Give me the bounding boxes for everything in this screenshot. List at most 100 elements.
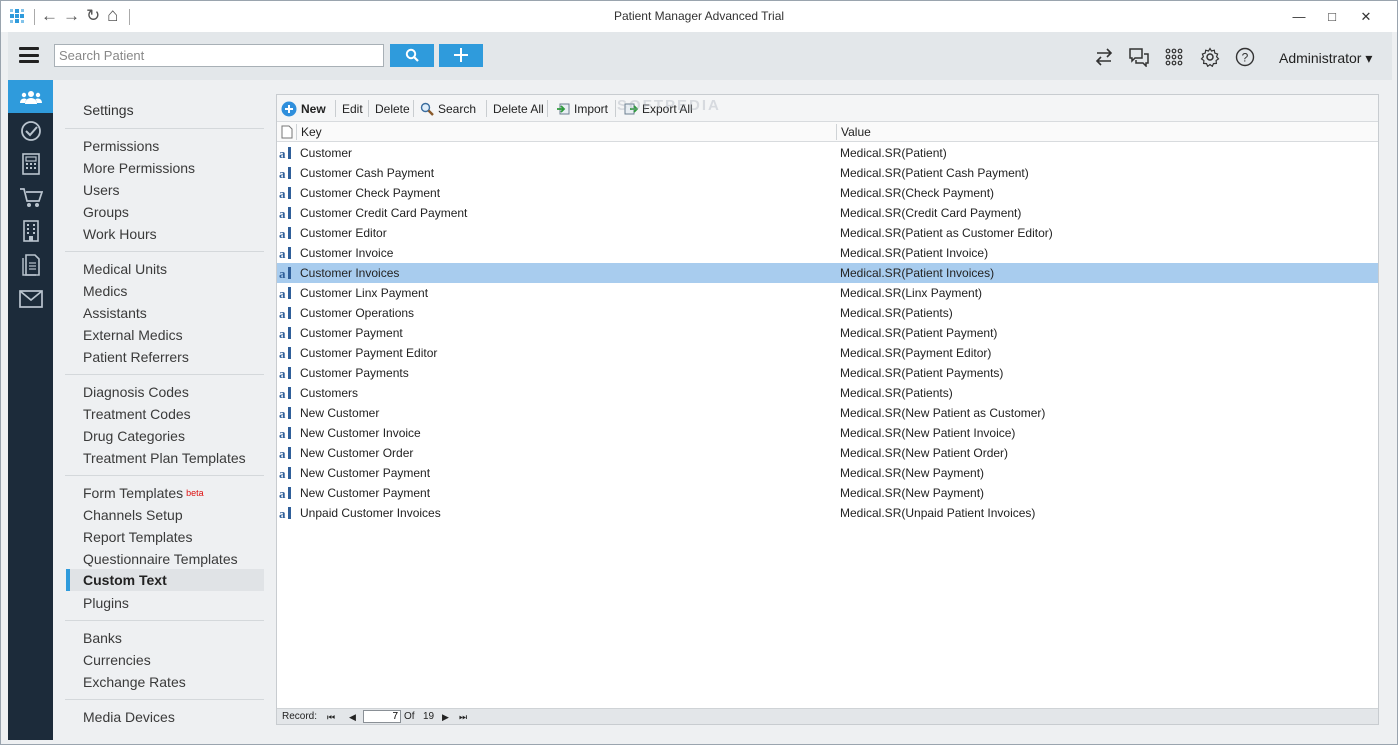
svg-text:a: a — [279, 186, 286, 200]
row-value: Medical.SR(Linx Payment) — [840, 286, 983, 300]
sidebar-item-external-medics[interactable]: External Medics — [83, 326, 183, 344]
sidebar-item-form-templates[interactable]: Form Templates beta — [83, 484, 204, 502]
table-row[interactable]: a Customer Medical.SR(Patient) — [277, 143, 1378, 163]
sidebar-item-custom-text[interactable]: Custom Text — [66, 569, 264, 591]
row-value: Medical.SR(Patient Cash Payment) — [840, 166, 1029, 180]
column-header-value[interactable]: Value — [841, 125, 871, 139]
sidebar-item-channels-setup[interactable]: Channels Setup — [83, 506, 183, 524]
column-divider[interactable] — [836, 124, 837, 140]
sidebar-item-more-permissions[interactable]: More Permissions — [83, 159, 195, 177]
search-button[interactable] — [390, 44, 434, 67]
table-row[interactable]: a Customer Operations Medical.SR(Patients) — [277, 303, 1378, 323]
sidebar-item-questionnaire-templates[interactable]: Questionnaire Templates — [83, 550, 238, 568]
row-key: New Customer Payment — [300, 486, 431, 500]
table-row[interactable]: a Customer Payments Medical.SR(Patient Pay… — [277, 363, 1378, 383]
sidebar-item-work-hours[interactable]: Work Hours — [83, 225, 157, 243]
chat-icon[interactable] — [1126, 44, 1152, 70]
minimize-button[interactable]: — — [1284, 7, 1314, 27]
text-field-icon: a — [279, 186, 294, 201]
help-icon[interactable]: ? — [1232, 44, 1258, 70]
row-key: New Customer Payment — [300, 466, 431, 480]
svg-text:a: a — [279, 346, 286, 360]
settings-sidebar: Settings Permissions More Permissions Us… — [53, 80, 276, 740]
text-field-icon: a — [279, 286, 294, 301]
table-row[interactable]: a New Customer Medical.SR(New Patient as C… — [277, 403, 1378, 423]
toolbar-separator — [413, 100, 414, 117]
sidebar-item-treatment-plan-templates[interactable]: Treatment Plan Templates — [83, 449, 246, 467]
table-row[interactable]: a Customer Invoice Medical.SR(Patient Invo… — [277, 243, 1378, 263]
text-field-icon: a — [279, 266, 294, 281]
table-row[interactable]: a New Customer Invoice Medical.SR(New Pati… — [277, 423, 1378, 443]
text-field-icon: a — [279, 146, 294, 161]
edit-button[interactable]: Edit — [342, 101, 363, 117]
sidebar-item-treatment-codes[interactable]: Treatment Codes — [83, 405, 191, 423]
patients-module-icon[interactable] — [8, 80, 53, 113]
maximize-button[interactable]: □ — [1317, 7, 1347, 27]
gear-icon[interactable] — [1197, 44, 1223, 70]
current-record-input[interactable] — [363, 710, 401, 723]
user-menu[interactable]: Administrator ▾ — [1279, 50, 1372, 67]
table-row[interactable]: a Customer Check Payment Medical.SR(Check … — [277, 183, 1378, 203]
text-field-icon: a — [279, 306, 294, 321]
sidebar-item-medical-units[interactable]: Medical Units — [83, 260, 167, 278]
grid-header: Key Value — [277, 122, 1378, 142]
sidebar-item-permissions[interactable]: Permissions — [83, 137, 159, 155]
search-patient-input[interactable] — [54, 44, 384, 67]
first-record-button[interactable]: ⏮ — [327, 711, 335, 723]
sidebar-item-banks[interactable]: Banks — [83, 629, 122, 647]
apps-grid-icon[interactable] — [1161, 44, 1187, 70]
sidebar-item-plugins[interactable]: Plugins — [83, 594, 129, 612]
close-button[interactable]: ✕ — [1351, 7, 1381, 27]
sidebar-item-drug-categories[interactable]: Drug Categories — [83, 427, 185, 445]
table-row[interactable]: a Customers Medical.SR(Patients) — [277, 383, 1378, 403]
table-row[interactable]: a Customer Payment Medical.SR(Patient Paym… — [277, 323, 1378, 343]
table-row[interactable]: a Customer Credit Card Payment Medical.SR(… — [277, 203, 1378, 223]
import-button[interactable]: Import — [556, 101, 608, 117]
delete-all-button[interactable]: Delete All — [493, 101, 544, 117]
cart-module-icon[interactable] — [8, 181, 53, 214]
sidebar-item-currencies[interactable]: Currencies — [83, 651, 151, 669]
table-row[interactable]: a Customer Invoices Medical.SR(Patient Inv… — [277, 263, 1378, 283]
new-button[interactable]: New — [281, 101, 326, 117]
table-row[interactable]: a New Customer Order Medical.SR(New Patien… — [277, 443, 1378, 463]
row-value: Medical.SR(Patients) — [840, 306, 953, 320]
row-key: Customer Cash Payment — [300, 166, 435, 180]
mail-module-icon[interactable] — [8, 282, 53, 315]
table-row[interactable]: a New Customer Payment Medical.SR(New Paym… — [277, 463, 1378, 483]
sidebar-item-report-templates[interactable]: Report Templates — [83, 528, 192, 546]
calculator-module-icon[interactable] — [8, 147, 53, 180]
table-row[interactable]: a New Customer Payment Medical.SR(New Paym… — [277, 483, 1378, 503]
menu-icon[interactable] — [19, 47, 39, 63]
next-record-button[interactable]: ▶ — [442, 711, 449, 723]
svg-text:a: a — [279, 506, 286, 520]
sidebar-item-medics[interactable]: Medics — [83, 282, 127, 300]
column-divider[interactable] — [296, 124, 297, 140]
svg-text:a: a — [279, 206, 286, 220]
table-row[interactable]: a Customer Editor Medical.SR(Patient as Cu… — [277, 223, 1378, 243]
document-icon — [281, 125, 293, 139]
add-patient-button[interactable] — [439, 44, 483, 67]
sidebar-item-assistants[interactable]: Assistants — [83, 304, 147, 322]
column-header-key[interactable]: Key — [301, 125, 322, 139]
documents-module-icon[interactable] — [8, 248, 53, 281]
sidebar-item-groups[interactable]: Groups — [83, 203, 129, 221]
text-field-icon: a — [279, 466, 294, 481]
building-module-icon[interactable] — [8, 214, 53, 247]
sidebar-item-media-devices[interactable]: Media Devices — [83, 708, 175, 726]
sidebar-item-diagnosis-codes[interactable]: Diagnosis Codes — [83, 383, 189, 401]
table-row[interactable]: a Customer Payment Editor Medical.SR(Payme… — [277, 343, 1378, 363]
tasks-module-icon[interactable] — [8, 114, 53, 147]
row-key: Customer Invoice — [300, 246, 394, 260]
row-key: Customer Linx Payment — [300, 286, 429, 300]
sidebar-item-exchange-rates[interactable]: Exchange Rates — [83, 673, 186, 691]
table-row[interactable]: a Customer Cash Payment Medical.SR(Patient… — [277, 163, 1378, 183]
last-record-button[interactable]: ⏭ — [459, 711, 467, 723]
search-toolbar-button[interactable]: Search — [420, 101, 476, 117]
switch-icon[interactable] — [1091, 44, 1117, 70]
sidebar-item-users[interactable]: Users — [83, 181, 120, 199]
sidebar-item-patient-referrers[interactable]: Patient Referrers — [83, 348, 189, 366]
prev-record-button[interactable]: ◀ — [349, 711, 356, 723]
table-row[interactable]: a Unpaid Customer Invoices Medical.SR(Unpa… — [277, 503, 1378, 523]
table-row[interactable]: a Customer Linx Payment Medical.SR(Linx Pa… — [277, 283, 1378, 303]
delete-button[interactable]: Delete — [375, 101, 410, 117]
